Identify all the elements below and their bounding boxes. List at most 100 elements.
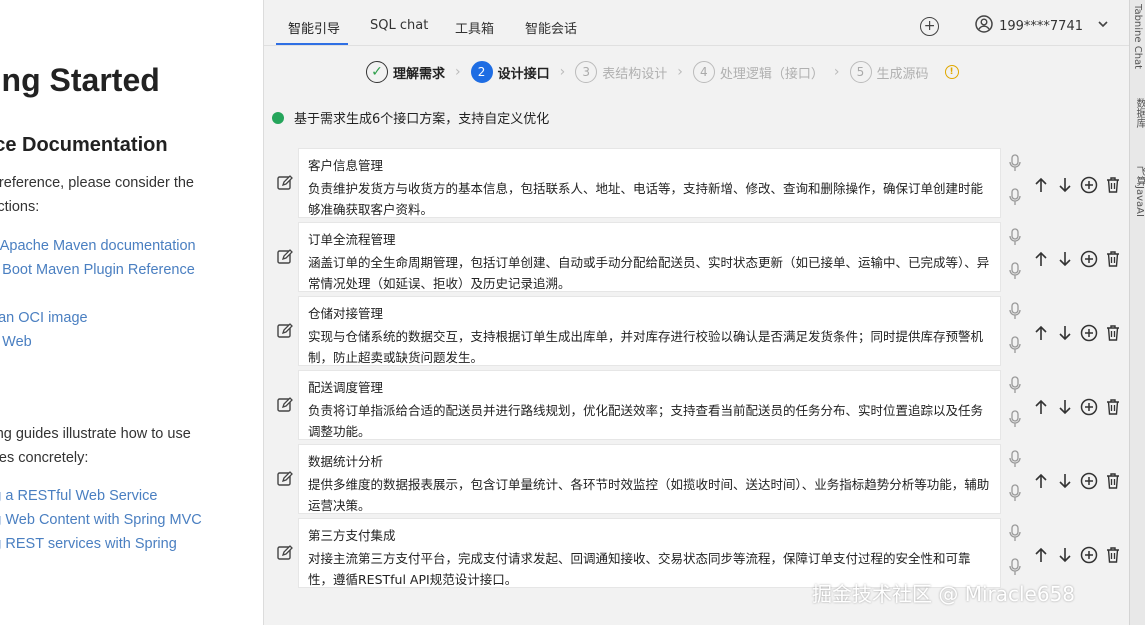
- microphone-icon[interactable]: [1008, 410, 1022, 428]
- tab-smart-guide[interactable]: 智能引导: [288, 18, 340, 37]
- move-up-icon[interactable]: [1032, 250, 1050, 268]
- side-tab-database[interactable]: 数据库: [1132, 98, 1145, 128]
- delete-icon[interactable]: [1104, 176, 1122, 194]
- step-number: 5: [849, 61, 872, 83]
- row-actions: [1032, 472, 1122, 490]
- interface-card[interactable]: 订单全流程管理 涵盖订单的全生命周期管理，包括订单创建、自动或手动分配给配送员、…: [298, 222, 1001, 292]
- doc-paragraph: tures concretely:: [0, 450, 89, 466]
- step-5[interactable]: 5 生成源码: [849, 61, 929, 83]
- tab-toolbox[interactable]: 工具箱: [455, 18, 494, 37]
- doc-link[interactable]: te an OCI image: [0, 310, 88, 326]
- microphone-icon[interactable]: [1008, 450, 1022, 468]
- step-number: 3: [575, 61, 598, 83]
- side-tab-feisuan[interactable]: 飞算JavaAI: [1132, 166, 1145, 217]
- list-item: 订单全流程管理 涵盖订单的全生命周期管理，包括订单创建、自动或手动分配给配送员、…: [268, 222, 1119, 292]
- delete-icon[interactable]: [1104, 472, 1122, 490]
- interface-title: 数据统计分析: [308, 454, 384, 469]
- microphone-icon[interactable]: [1008, 228, 1022, 246]
- interface-description: 涵盖订单的全生命周期管理，包括订单创建、自动或手动分配给配送员、实时状态更新（如…: [308, 255, 990, 291]
- move-down-icon[interactable]: [1056, 398, 1074, 416]
- microphone-icon[interactable]: [1008, 376, 1022, 394]
- move-down-icon[interactable]: [1056, 176, 1074, 194]
- add-circle-icon[interactable]: [1080, 398, 1098, 416]
- chevron-down-icon[interactable]: [1097, 18, 1109, 34]
- interface-title: 配送调度管理: [308, 380, 384, 395]
- doc-link[interactable]: ing REST services with Spring: [0, 536, 177, 552]
- status-message: 基于需求生成6个接口方案，支持自定义优化: [272, 108, 549, 127]
- interface-description: 负责将订单指派给合适的配送员并进行路线规划，优化配送效率；支持查看当前配送员的任…: [308, 403, 984, 439]
- edit-icon[interactable]: [276, 248, 294, 266]
- doc-paragraph: sections:: [0, 199, 40, 215]
- step-1[interactable]: ✓ 理解需求: [366, 61, 445, 83]
- chevron-right-icon: ›: [455, 64, 461, 80]
- interface-card[interactable]: 仓储对接管理 实现与仓储系统的数据交互，支持根据订单生成出库单，并对库存进行校验…: [298, 296, 1001, 366]
- microphone-icon[interactable]: [1008, 524, 1022, 542]
- tab-smart-chat[interactable]: 智能会话: [525, 18, 577, 37]
- microphone-icon[interactable]: [1008, 484, 1022, 502]
- step-label: 处理逻辑（接口）: [719, 66, 824, 82]
- doc-link[interactable]: ng Boot Maven Plugin Reference: [0, 262, 195, 278]
- doc-link[interactable]: ial Apache Maven documentation: [0, 238, 196, 254]
- microphone-icon[interactable]: [1008, 336, 1022, 354]
- interface-title: 订单全流程管理: [308, 232, 396, 247]
- tab-sql-chat[interactable]: SQL chat: [370, 18, 428, 33]
- chevron-right-icon: ›: [677, 64, 683, 80]
- side-tab-tabnine[interactable]: Tabnine Chat: [1132, 4, 1143, 69]
- main-panel: 智能引导 SQL chat 工具箱 智能会话 + 199****7741 ✓ 理…: [264, 0, 1129, 625]
- move-down-icon[interactable]: [1056, 250, 1074, 268]
- add-circle-icon[interactable]: [1080, 546, 1098, 564]
- doc-link[interactable]: ng Web: [0, 334, 32, 350]
- delete-icon[interactable]: [1104, 546, 1122, 564]
- tab-bar: 智能引导 SQL chat 工具箱 智能会话 + 199****7741: [264, 0, 1129, 46]
- move-down-icon[interactable]: [1056, 472, 1074, 490]
- delete-icon[interactable]: [1104, 250, 1122, 268]
- step-label: 表结构设计: [602, 66, 668, 82]
- list-item: 仓储对接管理 实现与仓储系统的数据交互，支持根据订单生成出库单，并对库存进行校验…: [268, 296, 1119, 366]
- list-item: 客户信息管理 负责维护发货方与收货方的基本信息，包括联系人、地址、电话等，支持新…: [268, 148, 1119, 218]
- interface-card[interactable]: 配送调度管理 负责将订单指派给合适的配送员并进行路线规划，优化配送效率；支持查看…: [298, 370, 1001, 440]
- user-icon[interactable]: [975, 15, 993, 37]
- step-4[interactable]: 4 处理逻辑（接口）: [692, 61, 824, 83]
- move-down-icon[interactable]: [1056, 324, 1074, 342]
- delete-icon[interactable]: [1104, 324, 1122, 342]
- doc-section-reference: nce Documentation: [0, 134, 168, 156]
- add-circle-icon[interactable]: [1080, 472, 1098, 490]
- move-up-icon[interactable]: [1032, 398, 1050, 416]
- move-up-icon[interactable]: [1032, 324, 1050, 342]
- edit-icon[interactable]: [276, 470, 294, 488]
- step-label: 设计接口: [497, 66, 550, 82]
- interface-card[interactable]: 数据统计分析 提供多维度的数据报表展示，包含订单量统计、各环节时效监控（如揽收时…: [298, 444, 1001, 514]
- microphone-icon[interactable]: [1008, 262, 1022, 280]
- move-up-icon[interactable]: [1032, 176, 1050, 194]
- list-item: 配送调度管理 负责将订单指派给合适的配送员并进行路线规划，优化配送效率；支持查看…: [268, 370, 1119, 440]
- edit-icon[interactable]: [276, 174, 294, 192]
- add-circle-icon[interactable]: [1080, 324, 1098, 342]
- user-phone[interactable]: 199****7741: [999, 19, 1083, 34]
- microphone-icon[interactable]: [1008, 188, 1022, 206]
- list-item: 数据统计分析 提供多维度的数据报表展示，包含订单量统计、各环节时效监控（如揽收时…: [268, 444, 1119, 514]
- add-circle-icon[interactable]: [1080, 250, 1098, 268]
- interface-card[interactable]: 客户信息管理 负责维护发货方与收货方的基本信息，包括联系人、地址、电话等，支持新…: [298, 148, 1001, 218]
- delete-icon[interactable]: [1104, 398, 1122, 416]
- row-actions: [1032, 250, 1122, 268]
- microphone-icon[interactable]: [1008, 154, 1022, 172]
- edit-icon[interactable]: [276, 396, 294, 414]
- add-icon[interactable]: +: [920, 16, 940, 36]
- watermark: 掘金技术社区 @ Miracle658: [812, 582, 1076, 606]
- microphone-icon[interactable]: [1008, 302, 1022, 320]
- move-up-icon[interactable]: [1032, 546, 1050, 564]
- step-number: 2: [470, 61, 493, 83]
- edit-icon[interactable]: [276, 322, 294, 340]
- step-3[interactable]: 3 表结构设计: [575, 61, 667, 83]
- success-dot-icon: [272, 111, 284, 124]
- move-down-icon[interactable]: [1056, 546, 1074, 564]
- step-2[interactable]: 2 设计接口: [470, 61, 550, 83]
- doc-link[interactable]: ing a RESTful Web Service: [0, 488, 157, 504]
- info-icon[interactable]: !: [944, 65, 959, 79]
- doc-link[interactable]: ing Web Content with Spring MVC: [0, 512, 202, 528]
- microphone-icon[interactable]: [1008, 558, 1022, 576]
- edit-icon[interactable]: [276, 544, 294, 562]
- row-actions: [1032, 546, 1122, 564]
- move-up-icon[interactable]: [1032, 472, 1050, 490]
- add-circle-icon[interactable]: [1080, 176, 1098, 194]
